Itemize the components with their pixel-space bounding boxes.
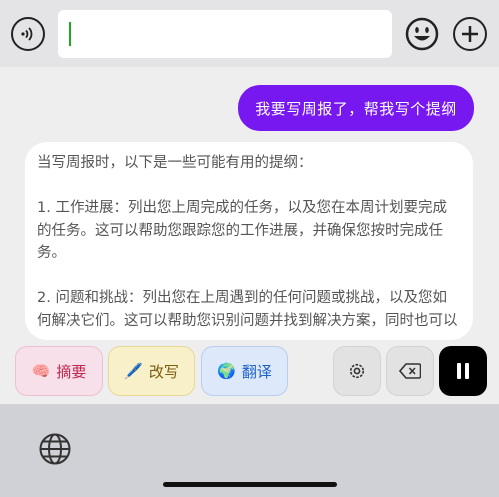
settings-button[interactable] [333, 346, 381, 396]
brain-icon: 🧠 [31, 362, 51, 380]
pen-icon: 🖊️ [124, 362, 143, 380]
pause-icon [457, 363, 469, 379]
assistant-message-bubble: 当写周报时，以下是一些可能有用的提纲： 1. 工作进展：列出您上周完成的任务，以… [25, 142, 473, 340]
message-input[interactable] [58, 10, 392, 58]
quick-actions-bar: 🧠 摘要 🖊️ 改写 🌍 翻译 [0, 340, 499, 404]
pause-button[interactable] [439, 346, 487, 396]
backspace-icon [399, 363, 421, 379]
gear-icon [349, 363, 365, 379]
rewrite-label: 改写 [148, 362, 179, 381]
keyboard-globe-icon[interactable] [38, 432, 72, 466]
home-indicator [163, 482, 337, 487]
emoji-icon[interactable] [405, 17, 439, 51]
summary-label: 摘要 [56, 362, 87, 381]
globe-emoji-icon: 🌍 [217, 362, 236, 380]
text-cursor [69, 22, 71, 46]
chat-area: 我要写周报了，帮我写个提纲 当写周报时，以下是一些可能有用的提纲： 1. 工作进… [0, 67, 499, 340]
translate-button[interactable]: 🌍 翻译 [201, 346, 288, 396]
user-message-bubble: 我要写周报了，帮我写个提纲 [238, 85, 474, 131]
input-toolbar [0, 0, 499, 67]
translate-label: 翻译 [241, 362, 272, 381]
voice-input-icon[interactable] [11, 17, 45, 51]
delete-button[interactable] [386, 346, 434, 396]
rewrite-button[interactable]: 🖊️ 改写 [108, 346, 195, 396]
plus-icon[interactable] [453, 17, 487, 51]
summary-button[interactable]: 🧠 摘要 [15, 346, 103, 396]
